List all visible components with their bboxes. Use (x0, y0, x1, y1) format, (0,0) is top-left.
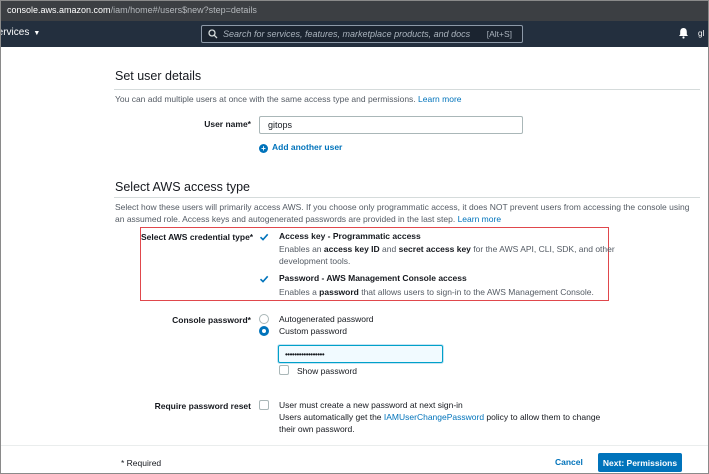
access-key-option-title: Access key - Programmatic access (279, 231, 421, 241)
aws-top-nav: Services▼ Search for services, features,… (1, 21, 708, 47)
access-type-description-line2: an assumed role. Access keys and autogen… (115, 213, 689, 225)
add-another-user-link[interactable]: + Add another user (259, 142, 342, 153)
search-placeholder: Search for services, features, marketpla… (223, 29, 471, 39)
search-icon (208, 29, 218, 41)
autogenerated-password-label: Autogenerated password (279, 314, 374, 324)
caret-down-icon: ▼ (33, 30, 41, 37)
set-user-details-title: Set user details (115, 69, 202, 83)
plus-circle-icon: + (259, 144, 268, 153)
reset-line1: User must create a new password at next … (279, 400, 463, 410)
next-permissions-button[interactable]: Next: Permissions (598, 453, 682, 472)
cancel-button[interactable]: Cancel (555, 457, 583, 467)
access-type-description: Select how these users will primarily ac… (115, 201, 689, 225)
require-password-reset-checkbox[interactable] (259, 400, 269, 410)
show-password-label: Show password (297, 366, 358, 376)
checkmark-icon (259, 233, 269, 241)
learn-more-link[interactable]: Learn more (418, 94, 461, 104)
add-another-user-label: Add another user (272, 142, 343, 152)
require-password-reset-label: Require password reset (154, 401, 251, 411)
console-password-label: Console password* (172, 315, 251, 325)
desc-text: Enables an (279, 244, 324, 254)
console-access-checkbox[interactable] (259, 274, 269, 284)
access-type-description-line1: Select how these users will primarily ac… (115, 202, 690, 212)
bell-icon[interactable] (678, 27, 689, 41)
search-input[interactable]: Search for services, features, marketpla… (201, 25, 523, 43)
console-access-option-description: Enables a password that allows users to … (279, 286, 594, 298)
user-name-label: User name* (204, 119, 251, 129)
reset-line2: Users automatically get the IAMUserChang… (279, 411, 600, 423)
search-shortcut: [Alt+S] (486, 29, 512, 39)
access-key-option-description: Enables an access key ID and secret acce… (279, 243, 615, 267)
description-line2-text: an assumed role. Access keys and autogen… (115, 214, 456, 224)
services-menu-button[interactable]: Services▼ (1, 27, 41, 38)
desc-line2: development tools. (279, 256, 351, 266)
checkmark-icon (259, 275, 269, 283)
access-key-checkbox[interactable] (259, 232, 269, 242)
custom-password-input[interactable] (278, 345, 443, 363)
show-password-checkbox[interactable] (279, 365, 289, 375)
wizard-footer: * Required Cancel Next: Permissions (1, 445, 708, 473)
credential-type-label: Select AWS credential type* (141, 232, 254, 242)
section-divider (114, 89, 700, 90)
services-label: Services (1, 27, 30, 38)
url-domain: console.aws.amazon.com (7, 5, 111, 15)
description-text: You can add multiple users at once with … (115, 94, 416, 104)
autogenerated-password-radio[interactable] (259, 314, 269, 324)
console-access-option-title: Password - AWS Management Console access (279, 273, 467, 283)
desc-text: for the AWS API, CLI, SDK, and other (470, 244, 615, 254)
reset-line3: their own password. (279, 424, 355, 434)
user-name-input[interactable] (259, 116, 523, 134)
set-user-details-description: You can add multiple users at once with … (115, 93, 462, 105)
desc-text: and (379, 244, 399, 254)
account-menu[interactable]: gl (698, 29, 704, 38)
url-path: /iam/home#/users$new?step=details (110, 5, 257, 15)
url-text[interactable]: console.aws.amazon.com/iam/home#/users$n… (7, 5, 257, 15)
reset-text: Users automatically get the (279, 412, 384, 422)
learn-more-link[interactable]: Learn more (458, 214, 501, 224)
access-type-title: Select AWS access type (115, 180, 251, 194)
iam-user-change-password-link[interactable]: IAMUserChangePassword (384, 412, 484, 422)
desc-text: Enables a (279, 287, 320, 297)
desc-bold: secret access key (398, 244, 471, 254)
required-note: * Required (121, 458, 162, 468)
custom-password-radio[interactable] (259, 326, 269, 336)
custom-password-label: Custom password (279, 326, 348, 336)
desc-bold: password (319, 287, 359, 297)
browser-window: console.aws.amazon.com/iam/home#/users$n… (0, 0, 709, 474)
section-divider (114, 197, 700, 198)
password-reset-description: User must create a new password at next … (279, 399, 600, 435)
desc-bold: access key ID (323, 244, 380, 254)
reset-text: policy to allow them to change (484, 412, 601, 422)
desc-text: that allows users to sign-in to the AWS … (358, 287, 594, 297)
browser-address-bar[interactable]: console.aws.amazon.com/iam/home#/users$n… (1, 1, 708, 21)
